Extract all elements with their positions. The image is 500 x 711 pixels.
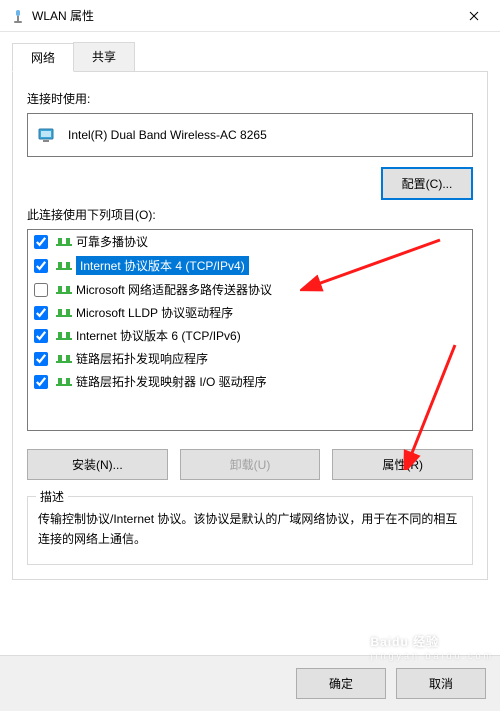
titlebar: WLAN 属性 xyxy=(0,0,500,32)
list-item-checkbox[interactable] xyxy=(34,259,48,273)
list-item[interactable]: 链路层拓扑发现映射器 I/O 驱动程序 xyxy=(28,370,472,393)
network-icon xyxy=(56,306,72,320)
list-item-checkbox[interactable] xyxy=(34,306,48,320)
list-item-checkbox[interactable] xyxy=(34,375,48,389)
list-item[interactable]: 可靠多播协议 xyxy=(28,230,472,253)
tab-sharing[interactable]: 共享 xyxy=(73,42,135,71)
list-item[interactable]: Microsoft 网络适配器多路传送器协议 xyxy=(28,278,472,301)
dialog-body: 网络 共享 连接时使用: Intel(R) Dual Band Wireless… xyxy=(0,32,500,580)
list-item[interactable]: 链路层拓扑发现响应程序 xyxy=(28,347,472,370)
list-item-checkbox[interactable] xyxy=(34,235,48,249)
description-text: 传输控制协议/Internet 协议。该协议是默认的广域网络协议，用于在不同的相… xyxy=(38,509,462,550)
connect-using-label: 连接时使用: xyxy=(27,90,473,107)
install-button[interactable]: 安装(N)... xyxy=(27,449,168,480)
description-group: 描述 传输控制协议/Internet 协议。该协议是默认的广域网络协议，用于在不… xyxy=(27,496,473,565)
tab-network[interactable]: 网络 xyxy=(12,43,74,72)
list-item-label: Microsoft LLDP 协议驱动程序 xyxy=(76,304,233,321)
network-icon xyxy=(56,283,72,297)
watermark-brand: Baidu 经验 xyxy=(370,635,439,649)
cancel-button[interactable]: 取消 xyxy=(396,668,486,699)
adapter-name: Intel(R) Dual Band Wireless-AC 8265 xyxy=(68,128,267,142)
list-item-label: Internet 协议版本 4 (TCP/IPv4) xyxy=(76,256,249,275)
app-icon xyxy=(10,8,26,24)
list-item-label: Microsoft 网络适配器多路传送器协议 xyxy=(76,281,272,298)
adapter-icon xyxy=(38,126,58,144)
dialog-footer: 确定 取消 xyxy=(0,655,500,711)
list-item-label: 链路层拓扑发现响应程序 xyxy=(76,350,208,367)
list-item[interactable]: Microsoft LLDP 协议驱动程序 xyxy=(28,301,472,324)
list-item-checkbox[interactable] xyxy=(34,352,48,366)
items-label: 此连接使用下列项目(O): xyxy=(27,206,473,223)
network-icon xyxy=(56,375,72,389)
properties-button[interactable]: 属性(R) xyxy=(332,449,473,480)
list-item-label: 链路层拓扑发现映射器 I/O 驱动程序 xyxy=(76,373,267,390)
network-icon xyxy=(56,329,72,343)
description-legend: 描述 xyxy=(36,488,68,505)
list-item[interactable]: Internet 协议版本 4 (TCP/IPv4) xyxy=(28,253,472,278)
close-button[interactable] xyxy=(451,1,496,31)
list-item-label: Internet 协议版本 6 (TCP/IPv6) xyxy=(76,327,241,344)
list-item[interactable]: Internet 协议版本 6 (TCP/IPv6) xyxy=(28,324,472,347)
list-buttons: 安装(N)... 卸载(U) 属性(R) xyxy=(27,449,473,480)
uninstall-button: 卸载(U) xyxy=(180,449,321,480)
protocol-listbox[interactable]: 可靠多播协议 Internet 协议版本 4 (TCP/IPv4) Microsof… xyxy=(27,229,473,431)
list-item-label: 可靠多播协议 xyxy=(76,233,148,250)
network-icon xyxy=(56,259,72,273)
ok-button[interactable]: 确定 xyxy=(296,668,386,699)
network-icon xyxy=(56,235,72,249)
tab-strip: 网络 共享 xyxy=(12,42,488,72)
list-item-checkbox[interactable] xyxy=(34,329,48,343)
configure-button[interactable]: 配置(C)... xyxy=(381,167,473,200)
adapter-box: Intel(R) Dual Band Wireless-AC 8265 xyxy=(27,113,473,157)
network-icon xyxy=(56,352,72,366)
list-item-checkbox[interactable] xyxy=(34,283,48,297)
window-title: WLAN 属性 xyxy=(32,7,451,24)
tab-page-network: 连接时使用: Intel(R) Dual Band Wireless-AC 82… xyxy=(12,72,488,580)
